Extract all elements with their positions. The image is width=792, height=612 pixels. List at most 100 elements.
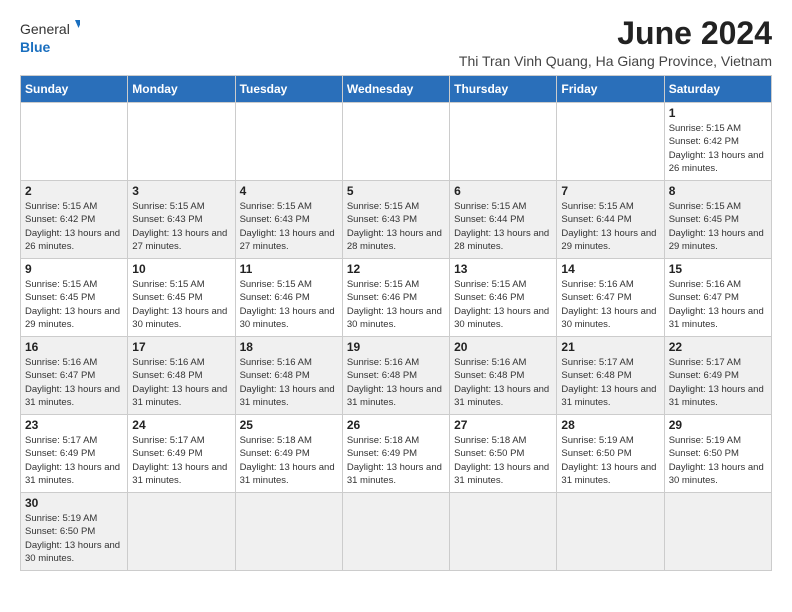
logo: General Blue	[20, 16, 80, 58]
day-info: Sunrise: 5:15 AM Sunset: 6:46 PM Dayligh…	[240, 278, 338, 331]
calendar-cell: 6Sunrise: 5:15 AM Sunset: 6:44 PM Daylig…	[450, 181, 557, 259]
day-info: Sunrise: 5:19 AM Sunset: 6:50 PM Dayligh…	[669, 434, 767, 487]
calendar-cell: 7 Sunrise: 5:15 AM Sunset: 6:44 PM Daylig…	[557, 181, 664, 259]
calendar-cell: 5Sunrise: 5:15 AM Sunset: 6:43 PM Daylig…	[342, 181, 449, 259]
day-number: 19	[347, 340, 445, 354]
day-info: Sunrise: 5:16 AM Sunset: 6:47 PM Dayligh…	[669, 278, 767, 331]
calendar-cell: 10 Sunrise: 5:15 AM Sunset: 6:45 PM Dayli…	[128, 259, 235, 337]
week-row-6: 30 Sunrise: 5:19 AM Sunset: 6:50 PM Dayli…	[21, 493, 772, 571]
day-number: 7	[561, 184, 659, 198]
weekday-header-monday: Monday	[128, 76, 235, 103]
logo-svg: General Blue	[20, 16, 80, 58]
day-number: 10	[132, 262, 230, 276]
day-info: Sunrise: 5:18 AM Sunset: 6:49 PM Dayligh…	[240, 434, 338, 487]
calendar-cell	[450, 493, 557, 571]
calendar-cell: 19Sunrise: 5:16 AM Sunset: 6:48 PM Dayli…	[342, 337, 449, 415]
calendar-cell: 25 Sunrise: 5:18 AM Sunset: 6:49 PM Dayli…	[235, 415, 342, 493]
day-number: 21	[561, 340, 659, 354]
day-info: Sunrise: 5:15 AM Sunset: 6:43 PM Dayligh…	[240, 200, 338, 253]
day-info: Sunrise: 5:18 AM Sunset: 6:49 PM Dayligh…	[347, 434, 445, 487]
calendar-cell	[235, 103, 342, 181]
day-number: 28	[561, 418, 659, 432]
calendar-cell: 27 Sunrise: 5:18 AM Sunset: 6:50 PM Dayli…	[450, 415, 557, 493]
day-number: 15	[669, 262, 767, 276]
day-number: 2	[25, 184, 123, 198]
day-number: 14	[561, 262, 659, 276]
day-info: Sunrise: 5:16 AM Sunset: 6:48 PM Dayligh…	[454, 356, 552, 409]
location-subtitle: Thi Tran Vinh Quang, Ha Giang Province, …	[459, 53, 772, 69]
day-info: Sunrise: 5:15 AM Sunset: 6:46 PM Dayligh…	[347, 278, 445, 331]
day-number: 26	[347, 418, 445, 432]
day-info: Sunrise: 5:15 AM Sunset: 6:44 PM Dayligh…	[561, 200, 659, 253]
calendar-cell	[342, 493, 449, 571]
page-header: General Blue June 2024 Thi Tran Vinh Qua…	[20, 16, 772, 69]
day-number: 12	[347, 262, 445, 276]
weekday-header-row: SundayMondayTuesdayWednesdayThursdayFrid…	[21, 76, 772, 103]
day-info: Sunrise: 5:19 AM Sunset: 6:50 PM Dayligh…	[561, 434, 659, 487]
calendar-cell: 3 Sunrise: 5:15 AM Sunset: 6:43 PM Daylig…	[128, 181, 235, 259]
calendar-cell: 12 Sunrise: 5:15 AM Sunset: 6:46 PM Dayli…	[342, 259, 449, 337]
day-info: Sunrise: 5:17 AM Sunset: 6:49 PM Dayligh…	[132, 434, 230, 487]
day-number: 8	[669, 184, 767, 198]
calendar-cell: 30 Sunrise: 5:19 AM Sunset: 6:50 PM Dayli…	[21, 493, 128, 571]
day-info: Sunrise: 5:15 AM Sunset: 6:42 PM Dayligh…	[25, 200, 123, 253]
calendar-cell: 26 Sunrise: 5:18 AM Sunset: 6:49 PM Dayli…	[342, 415, 449, 493]
title-area: June 2024 Thi Tran Vinh Quang, Ha Giang …	[459, 16, 772, 69]
day-info: Sunrise: 5:15 AM Sunset: 6:45 PM Dayligh…	[132, 278, 230, 331]
calendar-cell: 11 Sunrise: 5:15 AM Sunset: 6:46 PM Dayli…	[235, 259, 342, 337]
week-row-2: 2 Sunrise: 5:15 AM Sunset: 6:42 PM Daylig…	[21, 181, 772, 259]
day-number: 27	[454, 418, 552, 432]
calendar-cell: 9Sunrise: 5:15 AM Sunset: 6:45 PM Daylig…	[21, 259, 128, 337]
week-row-1: 1Sunrise: 5:15 AM Sunset: 6:42 PM Daylig…	[21, 103, 772, 181]
day-number: 13	[454, 262, 552, 276]
day-number: 3	[132, 184, 230, 198]
day-number: 25	[240, 418, 338, 432]
day-info: Sunrise: 5:16 AM Sunset: 6:47 PM Dayligh…	[561, 278, 659, 331]
day-number: 29	[669, 418, 767, 432]
day-info: Sunrise: 5:17 AM Sunset: 6:48 PM Dayligh…	[561, 356, 659, 409]
calendar-cell	[342, 103, 449, 181]
day-number: 30	[25, 496, 123, 510]
week-row-4: 16 Sunrise: 5:16 AM Sunset: 6:47 PM Dayli…	[21, 337, 772, 415]
day-info: Sunrise: 5:18 AM Sunset: 6:50 PM Dayligh…	[454, 434, 552, 487]
day-number: 16	[25, 340, 123, 354]
calendar-cell: 2 Sunrise: 5:15 AM Sunset: 6:42 PM Daylig…	[21, 181, 128, 259]
month-year-title: June 2024	[459, 16, 772, 51]
calendar-cell: 15 Sunrise: 5:16 AM Sunset: 6:47 PM Dayli…	[664, 259, 771, 337]
day-info: Sunrise: 5:15 AM Sunset: 6:43 PM Dayligh…	[347, 200, 445, 253]
day-info: Sunrise: 5:16 AM Sunset: 6:47 PM Dayligh…	[25, 356, 123, 409]
calendar-cell	[557, 103, 664, 181]
day-number: 11	[240, 262, 338, 276]
calendar-cell: 14 Sunrise: 5:16 AM Sunset: 6:47 PM Dayli…	[557, 259, 664, 337]
day-info: Sunrise: 5:16 AM Sunset: 6:48 PM Dayligh…	[132, 356, 230, 409]
calendar-cell	[235, 493, 342, 571]
calendar-cell: 22Sunrise: 5:17 AM Sunset: 6:49 PM Dayli…	[664, 337, 771, 415]
weekday-header-sunday: Sunday	[21, 76, 128, 103]
week-row-3: 9 Sunrise: 5:15 AM Sunset: 6:45 PM Daylig…	[21, 259, 772, 337]
calendar-cell: 13 Sunrise: 5:15 AM Sunset: 6:46 PM Dayli…	[450, 259, 557, 337]
weekday-header-saturday: Saturday	[664, 76, 771, 103]
day-number: 24	[132, 418, 230, 432]
calendar-cell	[21, 103, 128, 181]
calendar-cell: 23Sunrise: 5:17 AM Sunset: 6:49 PM Dayli…	[21, 415, 128, 493]
calendar-cell: 20Sunrise: 5:16 AM Sunset: 6:48 PM Dayli…	[450, 337, 557, 415]
day-info: Sunrise: 5:15 AM Sunset: 6:43 PM Dayligh…	[132, 200, 230, 253]
weekday-header-tuesday: Tuesday	[235, 76, 342, 103]
day-info: Sunrise: 5:19 AM Sunset: 6:50 PM Dayligh…	[25, 512, 123, 565]
calendar-cell	[664, 493, 771, 571]
day-info: Sunrise: 5:15 AM Sunset: 6:46 PM Dayligh…	[454, 278, 552, 331]
weekday-header-wednesday: Wednesday	[342, 76, 449, 103]
calendar-cell: 16 Sunrise: 5:16 AM Sunset: 6:47 PM Dayli…	[21, 337, 128, 415]
day-number: 1	[669, 106, 767, 120]
calendar-cell: 17 Sunrise: 5:16 AM Sunset: 6:48 PM Dayli…	[128, 337, 235, 415]
calendar-cell	[557, 493, 664, 571]
calendar-cell	[128, 103, 235, 181]
day-number: 17	[132, 340, 230, 354]
day-number: 9	[25, 262, 123, 276]
day-info: Sunrise: 5:15 AM Sunset: 6:45 PM Dayligh…	[669, 200, 767, 253]
calendar-cell: 21 Sunrise: 5:17 AM Sunset: 6:48 PM Dayli…	[557, 337, 664, 415]
svg-text:General: General	[20, 21, 70, 37]
calendar-cell: 28 Sunrise: 5:19 AM Sunset: 6:50 PM Dayli…	[557, 415, 664, 493]
day-number: 22	[669, 340, 767, 354]
weekday-header-thursday: Thursday	[450, 76, 557, 103]
